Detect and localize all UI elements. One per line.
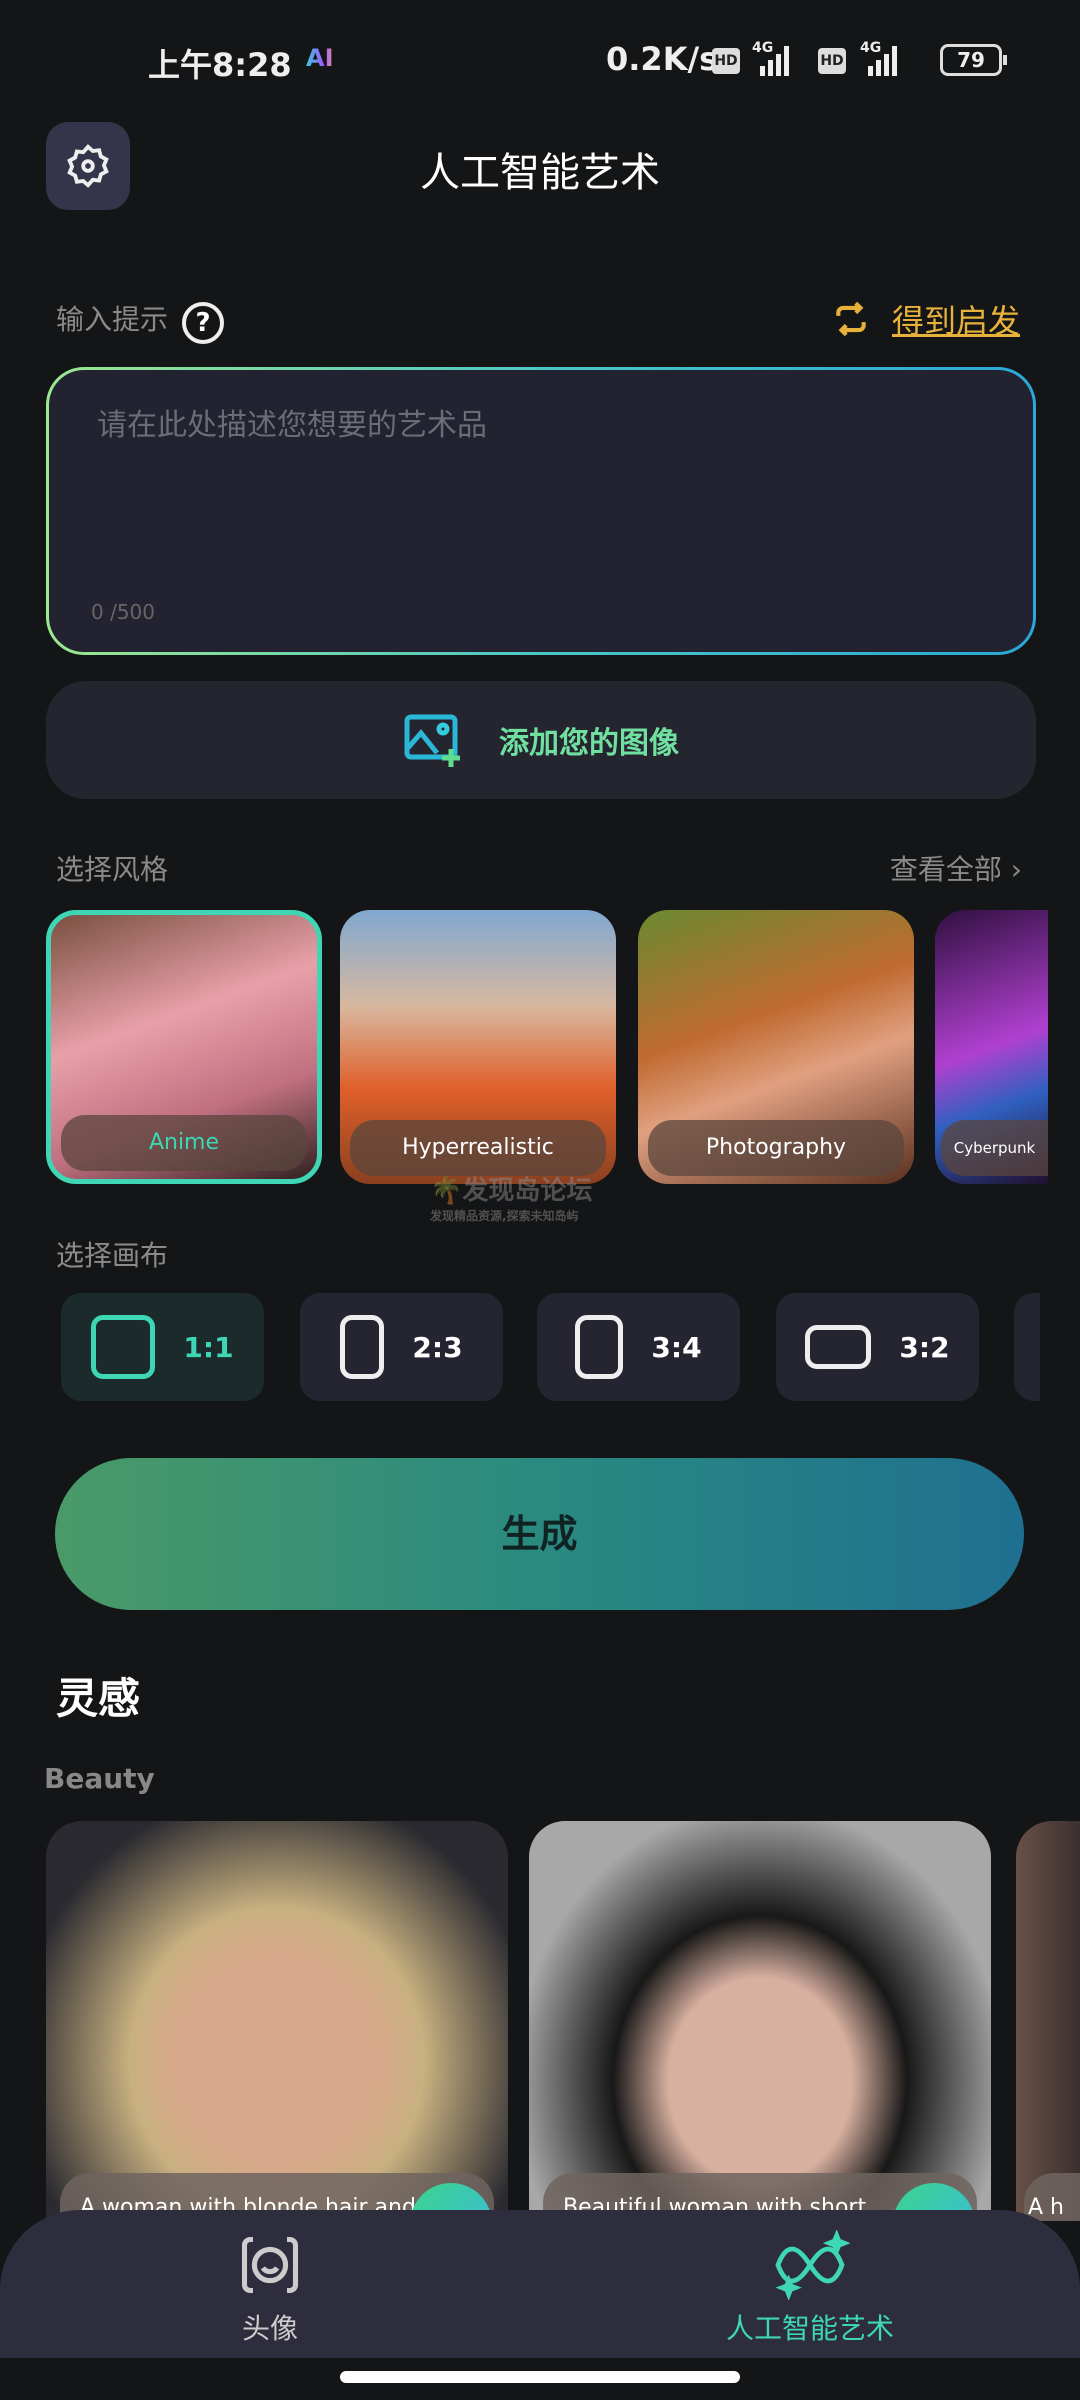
style-card-label: Hyperrealistic [350, 1120, 606, 1176]
get-inspired-button[interactable]: 得到启发 [832, 296, 1020, 342]
ratio-2-3-button[interactable]: 2:3 [300, 1293, 503, 1401]
card-caption: A h [1024, 2173, 1080, 2221]
inspiration-card[interactable]: A woman with blonde hair and [46, 1821, 508, 2221]
generate-button[interactable]: 生成 [55, 1458, 1024, 1610]
portrait-icon [575, 1315, 624, 1379]
net-speed: 0.2K/s [606, 40, 719, 78]
bottom-nav: 头像 人工智能艺术 [0, 2210, 1080, 2358]
ai-app-icon: AI [306, 44, 342, 76]
inspiration-list: A woman with blonde hair and Beautiful w… [46, 1821, 1080, 2221]
prompt-box: 0 /500 [46, 367, 1036, 655]
get-inspired-label: 得到启发 [892, 302, 1021, 340]
category-label: Beauty [44, 1762, 155, 1795]
hd-icon: HD [818, 48, 846, 74]
ratio-3-2-button[interactable]: 3:2 [776, 1293, 979, 1401]
style-card-label: Photography [648, 1120, 904, 1176]
battery-icon: 79 [940, 44, 1007, 76]
landscape-icon [805, 1325, 872, 1369]
canvas-section-label: 选择画布 [56, 1239, 169, 1272]
ratio-more-button[interactable] [1014, 1293, 1040, 1401]
style-card-label: Cyberpunk [941, 1120, 1048, 1176]
style-card-anime[interactable]: Anime [46, 910, 322, 1184]
signal-icon: 4G [860, 40, 900, 76]
ai-art-icon [775, 2229, 851, 2301]
style-list: Anime Hyperrealistic Photography Cyberpu… [46, 910, 1048, 1184]
style-section-label: 选择风格 [56, 853, 169, 886]
watermark-logo: 🌴发现岛论坛 发现精品资源,探索未知岛屿 [430, 1176, 593, 1223]
ratio-1-1-button[interactable]: 1:1 [61, 1293, 264, 1401]
home-indicator[interactable] [340, 2371, 740, 2383]
face-scan-icon [241, 2236, 299, 2294]
help-icon[interactable]: ? [182, 302, 224, 344]
char-count: 0 /500 [91, 600, 155, 624]
status-time: 上午8:28 [148, 46, 292, 84]
ratio-3-4-button[interactable]: 3:4 [537, 1293, 740, 1401]
prompt-label: 输入提示 [56, 303, 169, 336]
inspiration-card[interactable]: Beautiful woman with short [529, 1821, 991, 2221]
inspiration-title: 灵感 [56, 1674, 141, 1723]
canvas-ratio-list: 1:1 2:3 3:4 3:2 [0, 1293, 1040, 1403]
see-all-link[interactable]: 查看全部 › [890, 848, 1022, 888]
add-image-button[interactable]: 添加您的图像 [46, 681, 1036, 799]
nav-item-ai-art[interactable]: 人工智能艺术 [720, 2229, 900, 2347]
inspiration-card[interactable]: A h [1016, 1821, 1080, 2221]
nav-item-avatar[interactable]: 头像 [226, 2230, 314, 2347]
style-card-hyperrealistic[interactable]: Hyperrealistic [340, 910, 616, 1184]
prompt-input[interactable] [49, 370, 1033, 652]
add-image-icon [404, 714, 460, 767]
square-icon [91, 1315, 156, 1379]
hd-icon: HD [712, 48, 740, 74]
portrait-icon [340, 1315, 385, 1379]
style-card-label: Anime [61, 1115, 307, 1171]
chevron-right-icon: › [1010, 853, 1022, 886]
style-card-photography[interactable]: Photography [638, 910, 914, 1184]
page-title: 人工智能艺术 [420, 150, 660, 196]
signal-icon: 4G [752, 40, 792, 76]
status-bar: 上午8:28 AI 0.2K/s HD 4G HD 4G 79 [0, 36, 1080, 86]
refresh-icon [836, 301, 866, 337]
add-image-label: 添加您的图像 [499, 726, 679, 761]
style-card-cyberpunk[interactable]: Cyberpunk [935, 910, 1048, 1184]
